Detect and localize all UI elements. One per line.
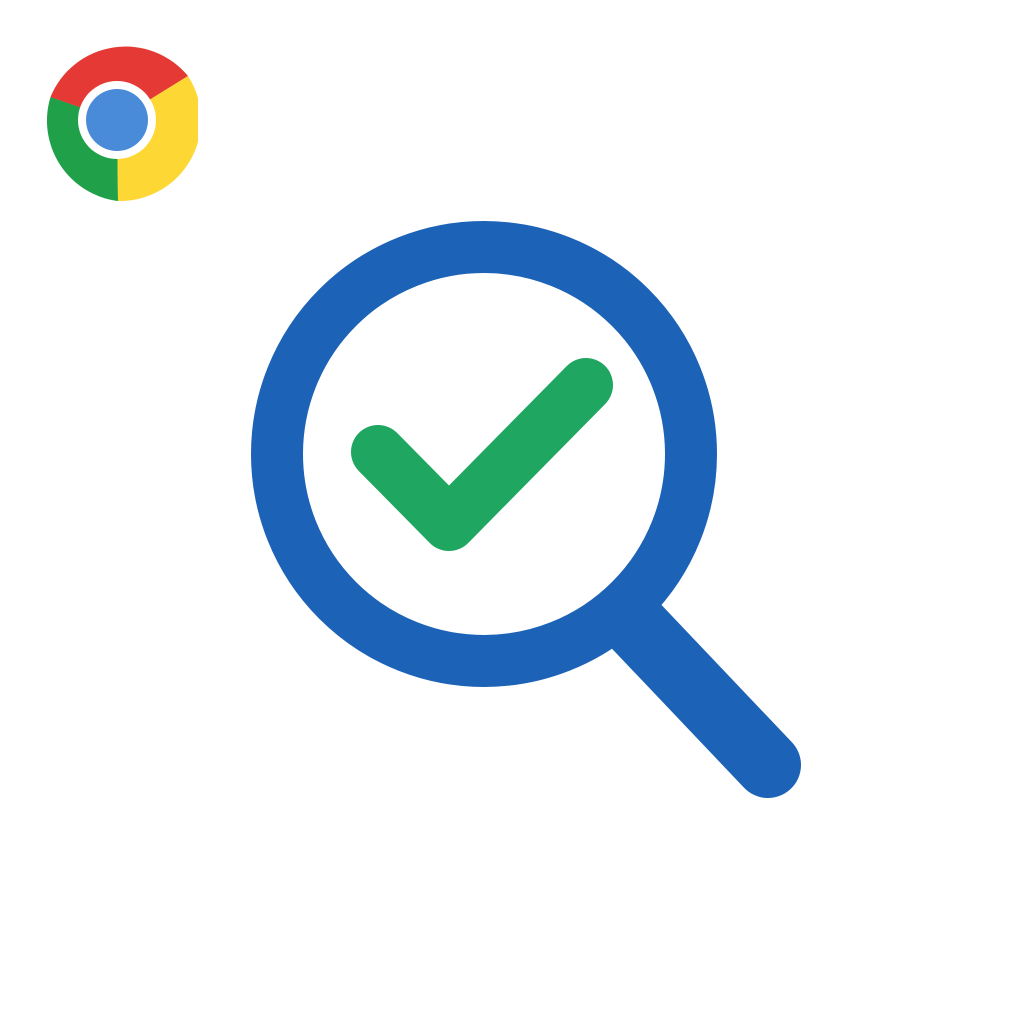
canvas — [0, 0, 1024, 1024]
magnifier-check-icon — [251, 221, 801, 798]
magnifier-handle — [602, 592, 801, 798]
